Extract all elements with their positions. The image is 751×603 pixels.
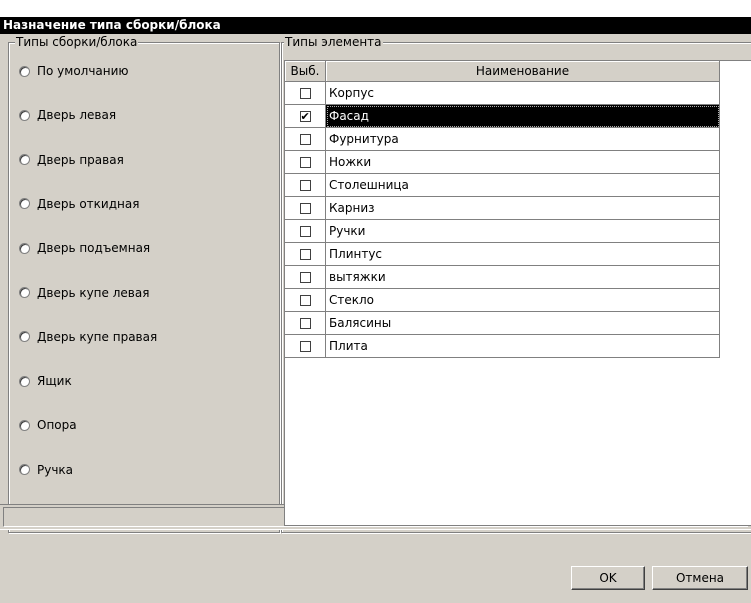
radio-unchecked-icon[interactable]: [19, 464, 30, 476]
checkbox-unchecked-icon[interactable]: [299, 340, 311, 352]
select-cell[interactable]: [285, 335, 326, 358]
table-row[interactable]: Плита: [285, 335, 720, 358]
checkbox-unchecked-icon[interactable]: [299, 156, 311, 168]
select-cell[interactable]: [285, 82, 326, 105]
select-cell[interactable]: [285, 312, 326, 335]
radio-option[interactable]: Дверь купе левая: [19, 285, 149, 301]
radio-label: Дверь откидная: [37, 196, 140, 211]
radio-option[interactable]: По умолчанию: [19, 63, 129, 79]
name-cell[interactable]: Столешница: [326, 174, 720, 197]
table-row[interactable]: Балясины: [285, 312, 720, 335]
radio-unchecked-icon[interactable]: [19, 419, 30, 431]
checkbox-unchecked-icon[interactable]: [299, 202, 311, 214]
radio-label: По умолчанию: [37, 64, 129, 78]
table-row[interactable]: Карниз: [285, 197, 720, 220]
table-row[interactable]: Стекло: [285, 289, 720, 312]
radio-label: Ручка: [37, 462, 74, 477]
window-title: Назначение типа сборки/блока: [0, 17, 751, 34]
select-cell[interactable]: [285, 151, 326, 174]
table-row[interactable]: Ручки: [285, 220, 720, 243]
select-cell[interactable]: [285, 220, 326, 243]
select-cell[interactable]: [285, 197, 326, 220]
name-cell[interactable]: Ручки: [326, 220, 720, 243]
radio-unchecked-icon[interactable]: [19, 242, 30, 254]
checkbox-unchecked-icon[interactable]: [299, 133, 311, 145]
checkbox-unchecked-icon[interactable]: [299, 179, 311, 191]
table-row[interactable]: Ножки: [285, 151, 720, 174]
ok-button[interactable]: OK: [571, 566, 645, 590]
table-row[interactable]: Столешница: [285, 174, 720, 197]
radio-unchecked-icon[interactable]: [19, 198, 30, 210]
checkbox-unchecked-icon[interactable]: [299, 271, 311, 283]
radio-option[interactable]: Дверь подъемная: [19, 240, 150, 256]
column-header-name[interactable]: Наименование: [326, 61, 720, 82]
name-cell[interactable]: вытяжки: [326, 266, 720, 289]
select-cell[interactable]: [285, 174, 326, 197]
element-types-grid[interactable]: Выб. Наименование Корпус ✔ Фасад Фурнитура Н…: [284, 60, 751, 526]
name-cell[interactable]: Фасад: [326, 105, 720, 128]
cancel-button[interactable]: Отмена: [652, 566, 748, 590]
table-row[interactable]: вытяжки: [285, 266, 720, 289]
radio-unchecked-icon[interactable]: [19, 331, 30, 343]
select-cell[interactable]: [285, 243, 326, 266]
assembly-types-group: Типы сборки/блока По умолчанию Дверь лева…: [8, 35, 280, 533]
radio-option[interactable]: Ручка: [19, 462, 73, 478]
radio-label: Ящик: [37, 374, 72, 389]
radio-unchecked-icon[interactable]: [19, 65, 30, 77]
element-types-legend: Типы элемента: [284, 35, 383, 49]
table-row[interactable]: Фурнитура: [285, 128, 720, 151]
name-cell[interactable]: Ножки: [326, 151, 720, 174]
radio-unchecked-icon[interactable]: [19, 109, 30, 121]
name-cell[interactable]: Плинтус: [326, 243, 720, 266]
radio-label: Опора: [37, 418, 77, 433]
radio-label: Дверь купе правая: [37, 329, 158, 344]
checkbox-unchecked-icon[interactable]: [299, 248, 311, 260]
grid-header: Выб. Наименование: [285, 61, 720, 82]
name-cell[interactable]: Корпус: [326, 82, 720, 105]
name-cell[interactable]: Балясины: [326, 312, 720, 335]
radio-unchecked-icon[interactable]: [19, 375, 30, 387]
radio-label: Дверь подъемная: [37, 241, 151, 256]
column-header-select[interactable]: Выб.: [285, 61, 326, 82]
radio-unchecked-icon[interactable]: [19, 287, 30, 298]
radio-option[interactable]: Опора: [19, 417, 77, 433]
table-row[interactable]: Корпус: [285, 82, 720, 105]
radio-label: Дверь правая: [37, 152, 124, 167]
radio-option[interactable]: Дверь откидная: [19, 196, 139, 212]
name-cell[interactable]: Стекло: [326, 289, 720, 312]
checkbox-checked-icon[interactable]: ✔: [299, 110, 311, 122]
name-cell[interactable]: Фурнитура: [326, 128, 720, 151]
radio-option[interactable]: Дверь левая: [19, 107, 116, 123]
name-cell[interactable]: Карниз: [326, 197, 720, 220]
radio-label: Дверь левая: [37, 108, 117, 123]
radio-option[interactable]: Дверь купе правая: [19, 329, 157, 345]
checkbox-unchecked-icon[interactable]: [299, 317, 311, 329]
checkbox-unchecked-icon[interactable]: [299, 225, 311, 237]
assembly-types-legend: Типы сборки/блока: [15, 35, 139, 49]
name-cell[interactable]: Плита: [326, 335, 720, 358]
radio-unchecked-icon[interactable]: [19, 154, 30, 166]
select-cell[interactable]: [285, 128, 326, 151]
table-row[interactable]: ✔ Фасад: [285, 105, 720, 128]
checkbox-unchecked-icon[interactable]: [299, 294, 311, 306]
radio-option[interactable]: Дверь правая: [19, 152, 124, 168]
select-cell[interactable]: [285, 266, 326, 289]
select-cell[interactable]: ✔: [285, 105, 326, 128]
radio-option[interactable]: Ящик: [19, 373, 72, 389]
table-row[interactable]: Плинтус: [285, 243, 720, 266]
checkbox-unchecked-icon[interactable]: [299, 87, 311, 99]
radio-label: Дверь купе левая: [37, 285, 150, 300]
select-cell[interactable]: [285, 289, 326, 312]
